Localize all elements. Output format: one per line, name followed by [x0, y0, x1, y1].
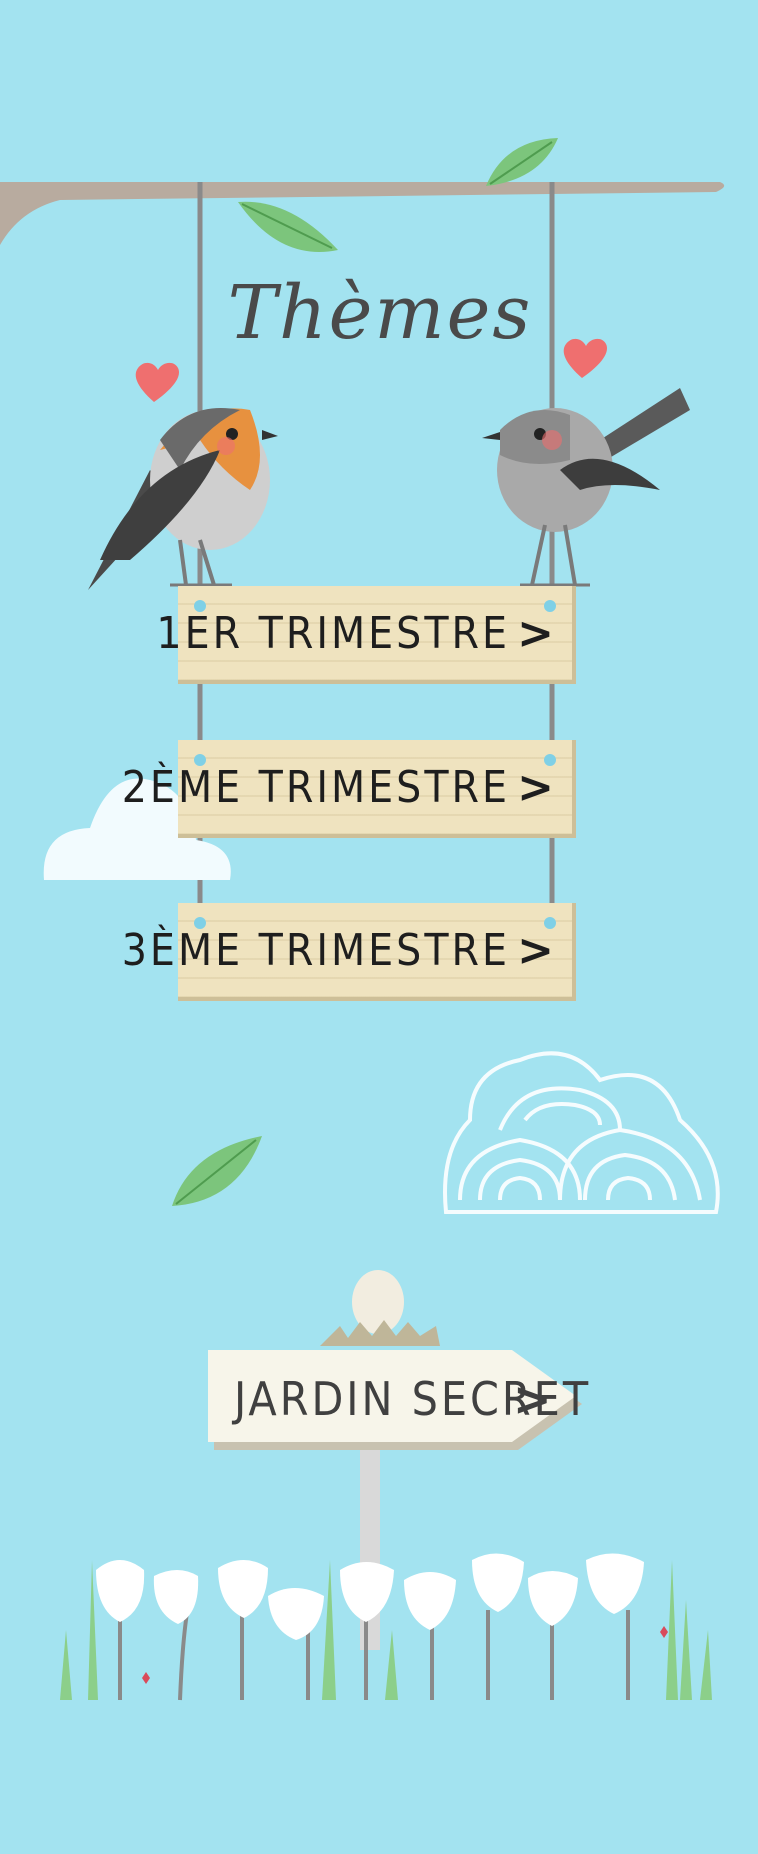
- sign-hole: [194, 600, 206, 612]
- robin-icon: [88, 408, 278, 590]
- page-title: Thèmes: [227, 270, 533, 356]
- leaf-icon: [486, 138, 558, 186]
- heart-icon: [563, 338, 607, 378]
- sign-hole: [194, 917, 206, 929]
- chevron-right-icon: >: [513, 1372, 552, 1426]
- page-canvas: Thèmes 1ER TRIMESTRE > 2ÈME TRIMESTRE > …: [0, 0, 758, 1854]
- sign-label: 3ÈME TRIMESTRE: [121, 924, 510, 976]
- snowdrop-flower-icon: [60, 1553, 712, 1701]
- sign-label: 1ER TRIMESTRE: [156, 607, 510, 659]
- chevron-right-icon: >: [517, 762, 554, 813]
- sign-3eme-trimestre[interactable]: 3ÈME TRIMESTRE >: [122, 903, 576, 1001]
- chevron-right-icon: >: [517, 925, 554, 976]
- egg-nest-icon: [320, 1270, 440, 1346]
- branch-icon: [0, 182, 725, 245]
- sign-2eme-trimestre[interactable]: 2ÈME TRIMESTRE >: [122, 740, 576, 838]
- leaf-icon: [238, 201, 338, 252]
- sign-label: 2ÈME TRIMESTRE: [121, 761, 510, 813]
- jardin-secret-button[interactable]: JARDIN SECRET >: [208, 1350, 588, 1450]
- sign-1er-trimestre[interactable]: 1ER TRIMESTRE >: [156, 586, 576, 684]
- leaf-icon: [172, 1136, 262, 1206]
- chevron-right-icon: >: [517, 608, 554, 659]
- bush-icon: [443, 1051, 720, 1214]
- sign-hole: [194, 754, 206, 766]
- heart-icon: [135, 362, 179, 402]
- warbler-icon: [482, 388, 690, 587]
